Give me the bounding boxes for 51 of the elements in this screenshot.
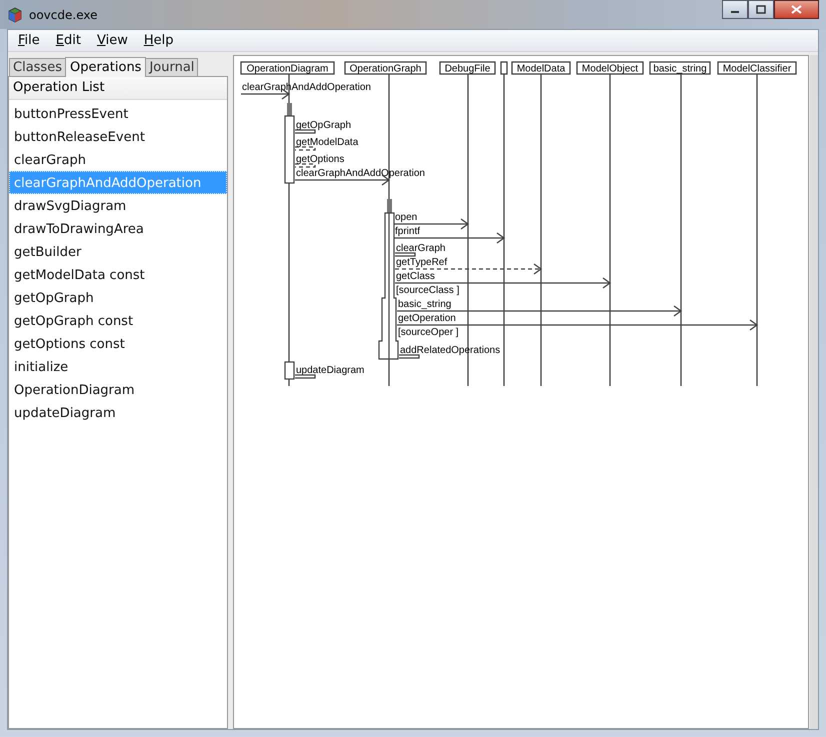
list-item[interactable]: getOptions const [9,332,227,355]
list-header: Operation List [9,77,227,100]
menu-item[interactable]: Help [136,33,182,48]
list-item[interactable]: buttonReleaseEvent [9,125,227,148]
maximize-button[interactable] [748,0,774,19]
tab[interactable]: Journal [145,58,198,76]
lifeline-header [500,61,508,75]
list-item[interactable]: OperationDiagram [9,378,227,401]
message-label: getTypeRef [396,257,447,268]
message-label: [sourceClass ] [396,285,460,296]
menu-item[interactable]: File [10,33,48,48]
lifeline-header: DebugFile [439,61,496,75]
lifeline-header: ModelClassifier [717,61,796,75]
message-label: clearGraph [396,243,446,254]
tab[interactable]: Operations [64,57,146,77]
list-item[interactable]: drawSvgDiagram [9,194,227,217]
list-item[interactable]: getOpGraph const [9,309,227,332]
message-label: open [394,212,418,223]
lifeline-header: basic_string [649,61,710,75]
list-item[interactable]: clearGraph [9,148,227,171]
message-label: [sourceOper ] [398,327,458,338]
message-label: getOperation [398,313,456,324]
cube-icon [7,6,23,22]
close-button[interactable] [774,0,819,19]
message-label: updateDiagram [296,365,364,376]
lifeline-header: ModelData [511,61,570,75]
menu-item[interactable]: View [88,33,136,48]
message-label: fprintf [394,226,420,237]
list-item[interactable]: getBuilder [9,240,227,263]
list-item[interactable]: buttonPressEvent [9,102,227,125]
message-label: getOpGraph [296,120,351,131]
message-label: basic_string [398,299,452,310]
message-label: getClass [396,271,435,282]
window-title: oovcde.exe [29,8,98,22]
maximize-icon [756,5,766,14]
tab[interactable]: Classes [9,58,66,76]
message-label: getOptions [296,154,344,165]
message-label: getModelData [296,137,358,148]
minimize-button[interactable] [722,0,748,19]
close-icon [791,5,802,14]
lifeline-header: OperationGraph [344,61,426,75]
lifeline-header: OperationDiagram [240,61,334,75]
scroll-bar[interactable] [810,55,818,729]
list-item[interactable]: getOpGraph [9,286,227,309]
list-item[interactable]: drawToDrawingArea [9,217,227,240]
activation-bar [284,361,294,380]
list-item[interactable]: initialize [9,355,227,378]
list-item[interactable]: updateDiagram [9,401,227,424]
menu-item[interactable]: Edit [48,33,89,48]
list-item[interactable]: getModelData const [9,263,227,286]
lifeline-header: ModelObject [576,61,644,75]
